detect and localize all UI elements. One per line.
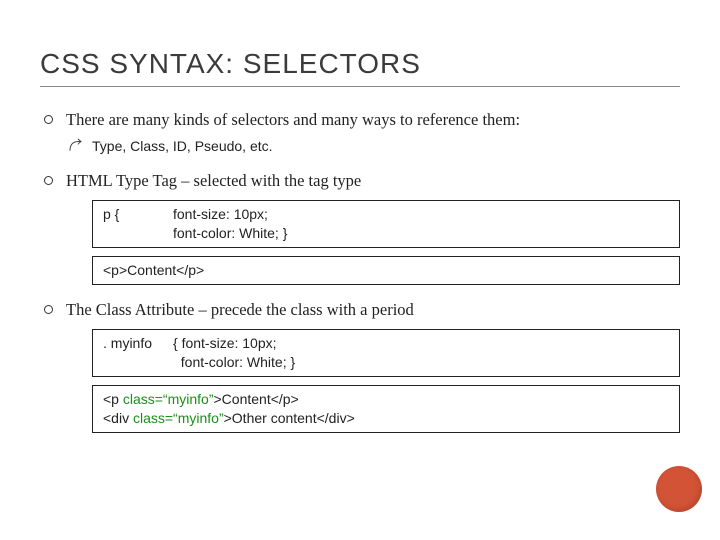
bullet-item: There are many kinds of selectors and ma… bbox=[40, 109, 680, 156]
code-line-attr: class=“myinfo” bbox=[123, 391, 214, 407]
code-line-part: >Content</p> bbox=[214, 391, 299, 407]
bullet-item: HTML Type Tag – selected with the tag ty… bbox=[40, 170, 680, 285]
code-selector: . myinfo bbox=[103, 334, 173, 353]
code-box: <p>Content</p> bbox=[92, 256, 680, 285]
decorative-circle-icon bbox=[656, 466, 702, 512]
code-line-part: <div bbox=[103, 410, 133, 426]
bullet-text: The Class Attribute – precede the class … bbox=[66, 300, 414, 319]
code-rules: { font-size: 10px; font-color: White; } bbox=[173, 334, 295, 372]
bullet-list: There are many kinds of selectors and ma… bbox=[40, 109, 680, 433]
slide: CSS SYNTAX: SELECTORS There are many kin… bbox=[0, 0, 720, 540]
code-box: <p class=“myinfo”>Content</p> <div class… bbox=[92, 385, 680, 433]
sub-item: Type, Class, ID, Pseudo, etc. bbox=[66, 137, 680, 156]
code-box: p {font-size: 10px; font-color: White; } bbox=[92, 200, 680, 248]
code-line-part: >Other content</div> bbox=[224, 410, 355, 426]
bullet-text: There are many kinds of selectors and ma… bbox=[66, 110, 520, 129]
code-selector: p { bbox=[103, 205, 173, 224]
code-line: <p>Content</p> bbox=[103, 262, 204, 278]
code-line-attr: class=“myinfo” bbox=[133, 410, 224, 426]
code-line-part: <p bbox=[103, 391, 123, 407]
sub-list: Type, Class, ID, Pseudo, etc. bbox=[66, 137, 680, 156]
bullet-text: HTML Type Tag – selected with the tag ty… bbox=[66, 171, 361, 190]
page-title: CSS SYNTAX: SELECTORS bbox=[40, 48, 680, 87]
code-rules: font-size: 10px; font-color: White; } bbox=[173, 205, 287, 243]
sub-text: Type, Class, ID, Pseudo, etc. bbox=[92, 138, 273, 154]
bullet-item: The Class Attribute – precede the class … bbox=[40, 299, 680, 433]
code-box: . myinfo{ font-size: 10px; font-color: W… bbox=[92, 329, 680, 377]
